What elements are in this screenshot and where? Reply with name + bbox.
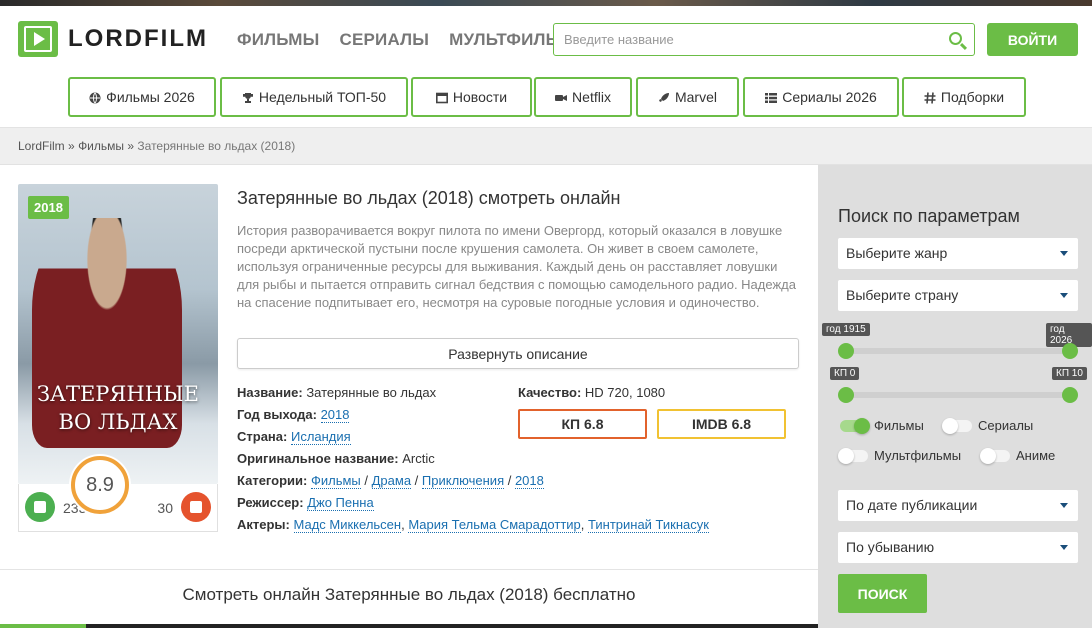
category-label: Netflix xyxy=(572,89,611,105)
movie-poster[interactable]: 2018 ЗАТЕРЯННЫЕ ВО ЛЬДАХ xyxy=(18,184,218,484)
category-news[interactable]: Новости xyxy=(411,77,532,117)
category-label: Новости xyxy=(452,89,508,105)
thumbs-down-icon[interactable] xyxy=(181,492,211,522)
category-netflix[interactable]: Netflix xyxy=(534,77,632,117)
category-link[interactable]: Драма xyxy=(371,473,412,489)
category-films-2026[interactable]: Фильмы 2026 xyxy=(68,77,216,117)
category-series-2026[interactable]: Сериалы 2026 xyxy=(743,77,899,117)
category-link[interactable]: Приключения xyxy=(421,473,505,489)
kp-range-slider[interactable] xyxy=(838,387,1078,403)
kp-rating: КП 6.8 xyxy=(518,409,647,439)
chevron-down-icon xyxy=(1060,503,1068,508)
trophy-icon xyxy=(242,91,254,103)
toggle-cartoons[interactable]: Мультфильмы xyxy=(838,447,961,464)
chevron-down-icon xyxy=(1060,293,1068,298)
imdb-rating: IMDB 6.8 xyxy=(657,409,786,439)
expand-description-button[interactable]: Развернуть описание xyxy=(237,338,799,369)
login-button[interactable]: ВОЙТИ xyxy=(987,23,1078,56)
category-link[interactable]: Фильмы xyxy=(310,473,361,489)
category-top-50[interactable]: Недельный ТОП-50 xyxy=(220,77,408,117)
actor-link[interactable]: Мария Тельма Смарадоттир xyxy=(408,517,581,533)
actor-link[interactable]: Тинтринай Тикнасук xyxy=(588,517,709,533)
kp-min-label: КП 0 xyxy=(830,367,860,380)
year-badge: 2018 xyxy=(28,196,69,219)
breadcrumb: LordFilm » Фильмы » Затерянные во льдах … xyxy=(0,128,1092,165)
toggle-films[interactable]: Фильмы xyxy=(840,417,924,434)
breadcrumb-current: Затерянные во льдах (2018) xyxy=(137,139,296,153)
logo-text: LORDFILM xyxy=(68,25,208,52)
chevron-down-icon xyxy=(1060,545,1068,550)
sidebar-title: Поиск по параметрам xyxy=(838,206,1020,226)
sort-select[interactable]: По дате публикации xyxy=(838,490,1078,521)
site-header: LORDFILM ФИЛЬМЫ СЕРИАЛЫ МУЛЬТФИЛЬМЫ ВОЙТ… xyxy=(0,6,1092,128)
film-logo-icon xyxy=(18,21,58,57)
video-camera-icon xyxy=(555,91,568,103)
breadcrumb-separator: » xyxy=(127,139,135,153)
watch-online-heading: Смотреть онлайн Затерянные во льдах (201… xyxy=(0,569,818,621)
category-label: Marvel xyxy=(674,89,717,105)
genre-select[interactable]: Выберите жанр xyxy=(838,238,1078,269)
search-icon[interactable] xyxy=(949,32,962,45)
nav-series[interactable]: СЕРИАЛЫ xyxy=(339,30,429,50)
director-link[interactable]: Джо Пенна xyxy=(307,495,374,511)
list-icon xyxy=(765,91,778,103)
kp-max-handle[interactable] xyxy=(1062,387,1078,403)
year-max-handle[interactable] xyxy=(1062,343,1078,359)
year-min-label: год 1915 xyxy=(822,323,870,336)
site-logo[interactable]: LORDFILM xyxy=(18,21,208,57)
rocket-icon xyxy=(658,91,670,103)
window-icon xyxy=(435,91,448,104)
year-range-slider[interactable] xyxy=(838,343,1078,359)
original-name: Arctic xyxy=(402,451,435,466)
movie-name: Затерянные во льдах xyxy=(306,385,437,400)
country-link[interactable]: Исландия xyxy=(290,429,351,445)
chevron-down-icon xyxy=(1060,251,1068,256)
actor-link[interactable]: Мадс Миккельсен xyxy=(293,517,402,533)
category-marvel[interactable]: Marvel xyxy=(636,77,739,117)
dislikes-count: 30 xyxy=(157,500,173,516)
movie-content: 2018 ЗАТЕРЯННЫЕ ВО ЛЬДАХ 233 30 8.9 Зате… xyxy=(0,165,818,628)
search-input[interactable] xyxy=(554,24,924,55)
quality-value: HD 720, 1080 xyxy=(584,385,666,400)
order-select[interactable]: По убыванию xyxy=(838,532,1078,563)
category-label: Недельный ТОП-50 xyxy=(258,89,387,105)
page-title: Затерянные во льдах (2018) смотреть онла… xyxy=(237,188,621,208)
thumbs-up-icon[interactable] xyxy=(25,492,55,522)
category-label: Сериалы 2026 xyxy=(782,89,877,105)
player-tab-bar xyxy=(0,624,818,628)
year-link[interactable]: 2018 xyxy=(320,407,350,423)
globe-icon xyxy=(89,91,101,104)
kp-max-label: КП 10 xyxy=(1052,367,1087,380)
filter-search-button[interactable]: ПОИСК xyxy=(838,574,927,613)
toggle-anime[interactable]: Аниме xyxy=(980,447,1055,464)
user-score: 8.9 xyxy=(71,456,129,514)
hashtag-icon xyxy=(924,91,936,104)
breadcrumb-section[interactable]: Фильмы xyxy=(78,139,124,153)
category-label: Фильмы 2026 xyxy=(106,89,195,105)
main-nav: ФИЛЬМЫ СЕРИАЛЫ МУЛЬТФИЛЬМЫ xyxy=(237,30,589,50)
breadcrumb-home[interactable]: LordFilm xyxy=(18,139,65,153)
movie-meta: Название: Затерянные во льдах Год выхода… xyxy=(237,385,709,533)
toggle-series[interactable]: Сериалы xyxy=(942,417,1033,434)
poster-title: ЗАТЕРЯННЫЕ ВО ЛЬДАХ xyxy=(36,382,200,434)
year-min-handle[interactable] xyxy=(838,343,854,359)
search-box xyxy=(553,23,975,56)
breadcrumb-separator: » xyxy=(68,139,75,153)
movie-description: История разворачивается вокруг пилота по… xyxy=(237,223,796,310)
category-label: Подборки xyxy=(940,89,1005,105)
category-link[interactable]: 2018 xyxy=(514,473,544,489)
quality-info: Качество: HD 720, 1080 xyxy=(518,385,666,400)
country-select[interactable]: Выберите страну xyxy=(838,280,1078,311)
filter-sidebar: Поиск по параметрам Выберите жанр Выбери… xyxy=(818,165,1092,628)
category-collections[interactable]: Подборки xyxy=(902,77,1026,117)
nav-films[interactable]: ФИЛЬМЫ xyxy=(237,30,319,50)
kp-min-handle[interactable] xyxy=(838,387,854,403)
